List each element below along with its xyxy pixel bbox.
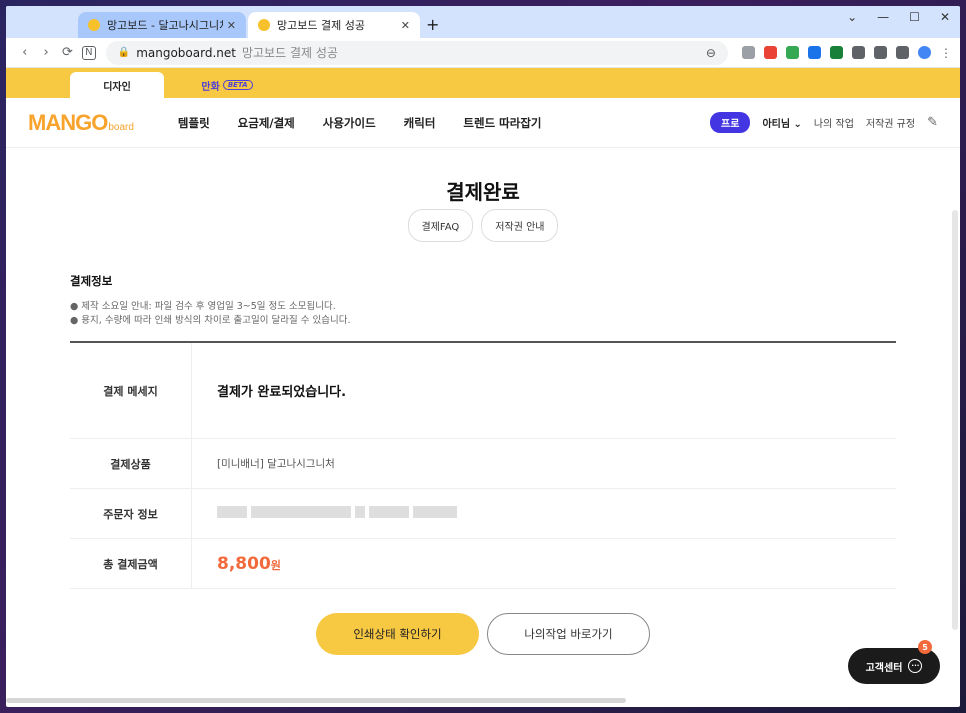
total-amount: 8,800원 [192, 554, 281, 574]
window-controls: ⌄ — ☐ ✕ [847, 10, 950, 24]
row-label: 주문자 정보 [70, 489, 192, 538]
back-button[interactable]: ‹ [14, 45, 35, 60]
redacted-block [217, 506, 457, 518]
help-pill-row: 결제FAQ 저작권 안내 [6, 209, 960, 242]
browser-toolbar: ‹ › ⟳ N 🔒 mangoboard.net 망고보드 결제 성공 ⊖ ⋮ [6, 38, 960, 68]
action-buttons: 인쇄상태 확인하기 나의작업 바로가기 [6, 613, 960, 655]
note-line: ● 제작 소요일 안내: 파일 검수 후 영업일 3~5일 정도 소모됩니다. [70, 301, 336, 312]
vertical-scrollbar[interactable] [952, 210, 958, 630]
row-label: 결제상품 [70, 439, 192, 488]
table-row: 결제 메세지 결제가 완료되었습니다. [70, 343, 896, 439]
my-work-link[interactable]: 나의 작업 [814, 115, 854, 130]
product-name: [미니배너] 달고나시그니처 [217, 458, 335, 470]
beta-badge: BETA [222, 80, 253, 90]
price-unit: 원 [270, 558, 281, 572]
home-button[interactable]: N [82, 45, 96, 60]
main-nav: 템플릿 요금제/결제 사용가이드 캐릭터 트렌드 따라잡기 [178, 115, 542, 131]
url-page-title: 망고보드 결제 성공 [241, 46, 338, 60]
tab-title: 망고보드 - 달고나시그니처 [107, 19, 223, 32]
table-row: 총 결제금액 8,800원 [70, 539, 896, 589]
payment-info-table: 결제 메세지 결제가 완료되었습니다. 결제상품 [미니배너] 달고나시그니처 … [70, 341, 896, 589]
extension-icon[interactable] [785, 46, 799, 59]
mangoboard-logo[interactable]: MANGOboard [28, 110, 134, 136]
nav-item-trends[interactable]: 트렌드 따라잡기 [463, 115, 541, 131]
browser-tab-strip: 망고보드 - 달고나시그니처 ✕ 망고보드 결제 성공 ✕ + ⌄ — ☐ ✕ [6, 6, 960, 38]
header-user-area: 프로 아티님 ⌄ 나의 작업 저작권 규정 ✎ [710, 112, 938, 133]
extension-icons: ⋮ [741, 46, 952, 60]
maximize-button[interactable]: ☐ [909, 10, 920, 24]
go-my-work-button[interactable]: 나의작업 바로가기 [487, 613, 650, 655]
minimize-button[interactable]: — [877, 10, 889, 24]
menu-kebab-icon[interactable]: ⋮ [940, 46, 952, 60]
download-icon[interactable] [873, 46, 887, 59]
profile-avatar-icon[interactable] [917, 46, 931, 59]
reload-button[interactable]: ⟳ [57, 45, 78, 60]
customer-center-button[interactable]: 5 고객센터 ··· [848, 640, 940, 684]
orderer-info-redacted [192, 506, 457, 521]
table-row: 주문자 정보 [70, 489, 896, 539]
nav-item-guide[interactable]: 사용가이드 [323, 115, 376, 131]
check-print-status-button[interactable]: 인쇄상태 확인하기 [316, 613, 479, 655]
lock-icon: 🔒 [117, 47, 131, 58]
tab-comic[interactable]: 만화 BETA [192, 72, 262, 98]
address-bar[interactable]: 🔒 mangoboard.net 망고보드 결제 성공 ⊖ [105, 40, 728, 65]
browser-window: 망고보드 - 달고나시그니처 ✕ 망고보드 결제 성공 ✕ + ⌄ — ☐ ✕ … [6, 6, 960, 707]
puzzle-icon[interactable] [851, 46, 865, 59]
page-title: 결제완료 [446, 180, 520, 204]
row-label: 결제 메세지 [70, 343, 192, 438]
close-window-button[interactable]: ✕ [940, 10, 950, 24]
forward-button[interactable]: › [35, 45, 56, 60]
horizontal-scrollbar[interactable] [6, 698, 626, 703]
browser-tab-inactive[interactable]: 망고보드 - 달고나시그니처 ✕ [78, 12, 246, 38]
price-amount: 8,800 [217, 553, 271, 574]
extension-icon[interactable] [829, 46, 843, 59]
mango-favicon-icon [258, 19, 270, 31]
side-panel-icon[interactable] [895, 46, 909, 59]
tab-close-icon[interactable]: ✕ [401, 19, 410, 32]
payment-notes: ● 제작 소요일 안내: 파일 검수 후 영업일 3~5일 정도 소모됩니다. … [70, 300, 351, 328]
translate-icon[interactable] [807, 46, 821, 59]
mango-favicon-icon [88, 19, 100, 31]
tab-title: 망고보드 결제 성공 [277, 19, 365, 32]
user-menu[interactable]: 아티님 ⌄ [762, 115, 801, 130]
site-header: MANGOboard 템플릿 요금제/결제 사용가이드 캐릭터 트렌드 따라잡기… [6, 98, 960, 148]
customer-center-label: 고객센터 [865, 662, 903, 674]
payment-info-heading: 결제정보 [70, 274, 113, 288]
copyright-guide-button[interactable]: 저작권 안내 [481, 209, 559, 242]
note-line: ● 용지, 수량에 따라 인쇄 방식의 차이로 출고일이 달라질 수 있습니다. [70, 315, 351, 326]
tab-design[interactable]: 디자인 [70, 72, 164, 98]
pro-badge[interactable]: 프로 [710, 112, 751, 133]
site-category-tabs: 디자인 만화 BETA [6, 68, 960, 98]
payment-message: 결제가 완료되었습니다. [217, 385, 347, 400]
chevron-down-icon: ⌄ [793, 119, 802, 130]
logo-main: MANGO [28, 109, 108, 135]
logo-sub: board [108, 121, 134, 133]
tab-comic-label: 만화 [201, 81, 220, 93]
user-name: 아티님 [762, 119, 791, 130]
browser-tab-active[interactable]: 망고보드 결제 성공 ✕ [248, 12, 420, 38]
extension-icon[interactable] [763, 46, 777, 59]
tab-search-icon[interactable]: ⌄ [847, 10, 857, 24]
copyright-rules-link[interactable]: 저작권 규정 [866, 115, 915, 130]
zoom-icon[interactable]: ⊖ [706, 46, 716, 60]
payment-faq-button[interactable]: 결제FAQ [407, 209, 474, 242]
new-tab-button[interactable]: + [426, 15, 439, 34]
chat-bubble-icon: ··· [908, 659, 923, 673]
notification-badge: 5 [918, 640, 932, 654]
nav-item-templates[interactable]: 템플릿 [178, 115, 210, 131]
nav-item-characters[interactable]: 캐릭터 [404, 115, 436, 131]
main-content: 결제완료 결제FAQ 저작권 안내 결제정보 ● 제작 소요일 안내: 파일 검… [6, 148, 960, 705]
nav-item-pricing[interactable]: 요금제/결제 [238, 115, 295, 131]
edit-pen-icon[interactable]: ✎ [927, 115, 938, 130]
table-row: 결제상품 [미니배너] 달고나시그니처 [70, 439, 896, 489]
tab-close-icon[interactable]: ✕ [227, 19, 236, 32]
url-domain: mangoboard.net [136, 45, 236, 60]
bookmark-star-icon[interactable] [741, 46, 755, 59]
price-value: 8,800원 [217, 554, 281, 574]
row-label: 총 결제금액 [70, 539, 192, 588]
